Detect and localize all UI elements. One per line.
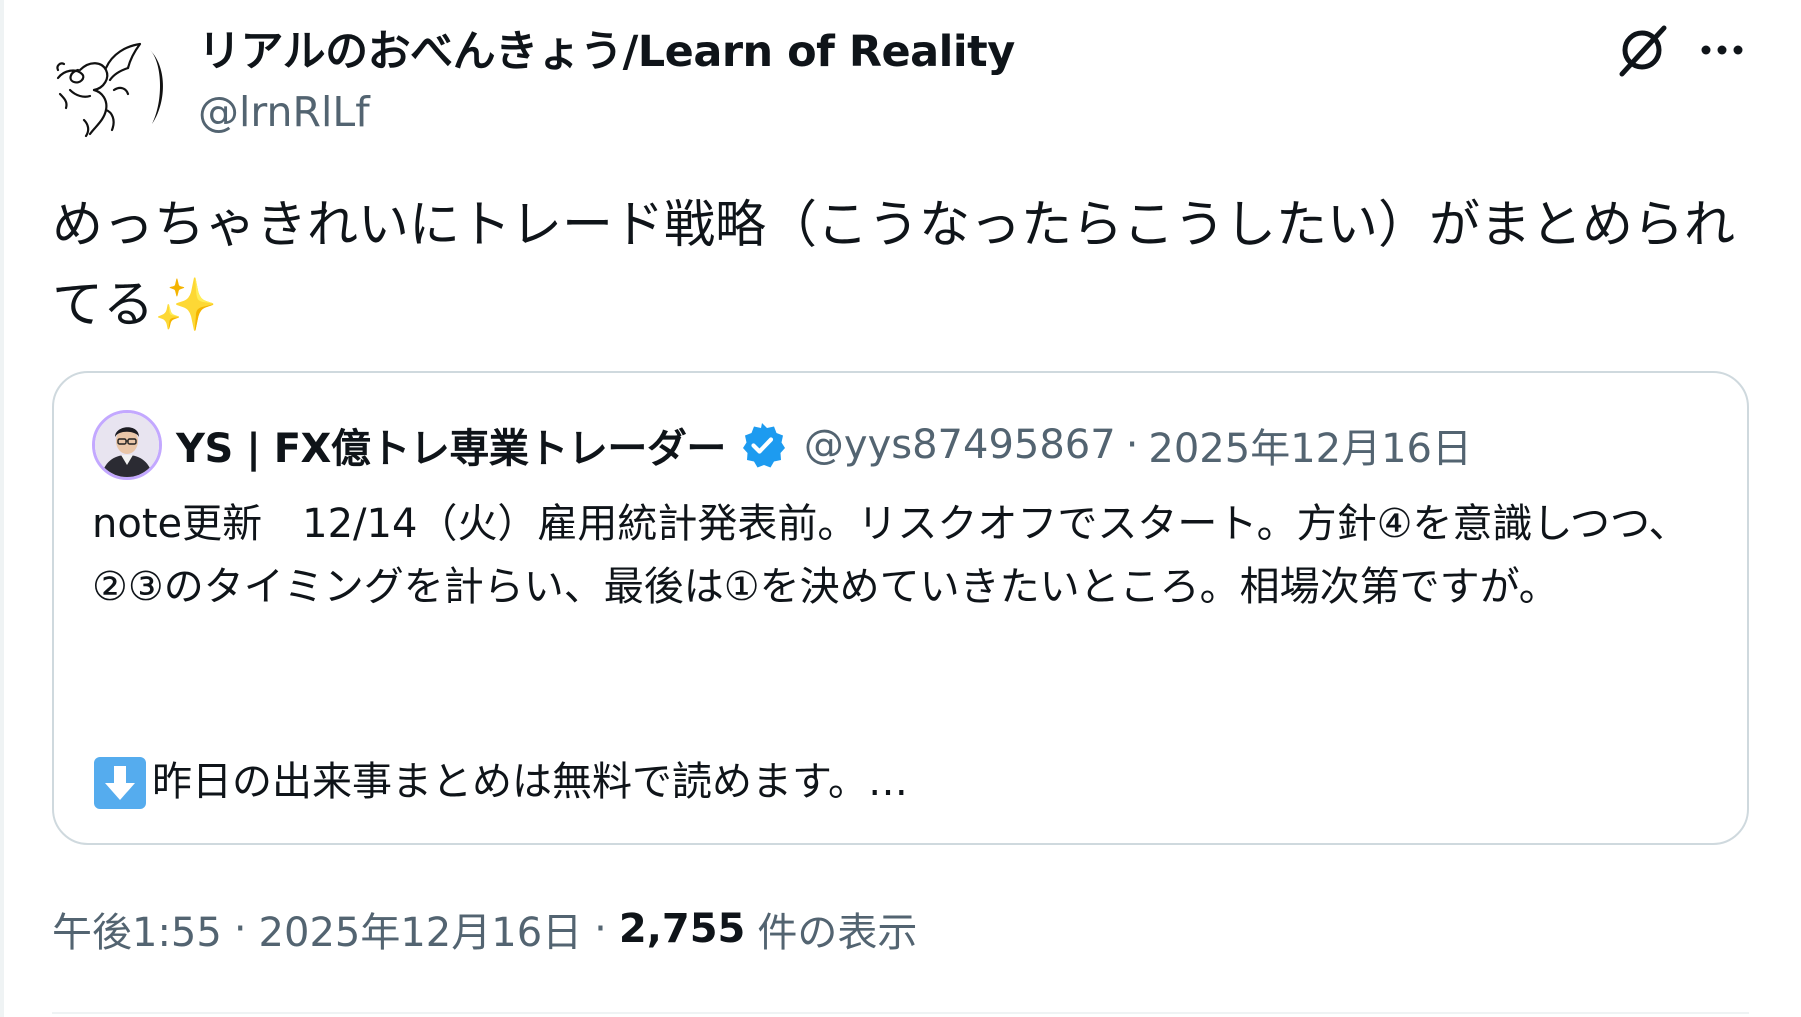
author-avatar[interactable] bbox=[50, 40, 176, 140]
author-name[interactable]: リアルのおべんきょう/Learn of Reality bbox=[198, 24, 1015, 80]
meta-separator: · bbox=[233, 906, 247, 952]
meta-separator: · bbox=[594, 906, 607, 952]
quoted-header-separator: · bbox=[1125, 422, 1139, 468]
quoted-tweet-header: YS | FX億トレ専業トレーダー @yys87495867 · 2025年12… bbox=[176, 415, 1472, 475]
author-handle[interactable]: @lrnRlLf bbox=[198, 86, 370, 138]
quoted-tweet-date: 2025年12月16日 bbox=[1148, 426, 1472, 472]
quoted-tweet-more-text: 昨日の出来事まとめは無料で読めます。… bbox=[152, 759, 908, 805]
person-avatar-icon bbox=[95, 413, 159, 477]
quoted-tweet-text: note更新 12/14（火）雇用統計発表前。リスクオフでスタート。方針④を意識… bbox=[92, 501, 1689, 610]
quoted-tweet-card[interactable]: YS | FX億トレ専業トレーダー @yys87495867 · 2025年12… bbox=[52, 371, 1749, 845]
tweet-meta: 午後1:55 · 2025年12月16日 · 2,755 件の表示 bbox=[52, 898, 917, 960]
tweet-text: めっちゃきれいにトレード戦略（こうなったらこうしたい）がまとめられてる✨ bbox=[52, 196, 1736, 335]
down-arrow-icon bbox=[94, 756, 146, 809]
bottom-divider bbox=[52, 1012, 1749, 1014]
bird-logo-icon bbox=[56, 42, 163, 138]
grok-button[interactable] bbox=[1610, 22, 1674, 78]
tweet-time[interactable]: 午後1:55 bbox=[52, 900, 222, 958]
quoted-author-handle: @yys87495867 bbox=[803, 422, 1116, 468]
views-label: 件の表示 bbox=[757, 910, 918, 956]
views-count[interactable]: 2,755 bbox=[619, 906, 746, 952]
tweet-date[interactable]: 2025年12月16日 bbox=[259, 900, 583, 958]
more-icon bbox=[1701, 45, 1743, 55]
quoted-tweet-text-continued: 昨日の出来事まとめは無料で読めます。… bbox=[92, 751, 1702, 814]
more-options-button[interactable] bbox=[1692, 22, 1752, 78]
left-column-border bbox=[0, 0, 4, 1017]
quoted-author-name[interactable]: YS | FX億トレ専業トレーダー bbox=[176, 416, 726, 474]
quoted-author-avatar[interactable] bbox=[92, 410, 162, 480]
grok-icon bbox=[1619, 25, 1667, 77]
verified-badge-icon bbox=[742, 423, 785, 468]
